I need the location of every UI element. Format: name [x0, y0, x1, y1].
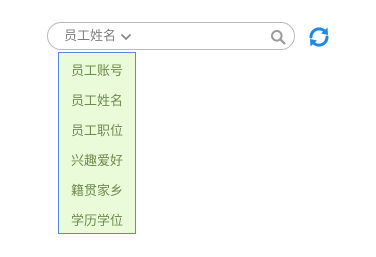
dropdown-item-position[interactable]: 员工职位: [59, 117, 135, 147]
search-field-dropdown: 员工账号 员工姓名 员工职位 兴趣爱好 籍贯家乡 学历学位: [58, 52, 136, 234]
search-field-label: 员工姓名: [64, 29, 117, 44]
dropdown-item-hometown[interactable]: 籍贯家乡: [59, 177, 135, 207]
search-field-select[interactable]: 员工姓名: [64, 28, 132, 46]
search-input[interactable]: [144, 28, 262, 46]
refresh-icon[interactable]: [306, 24, 332, 50]
dropdown-item-education[interactable]: 学历学位: [59, 207, 135, 237]
search-toolbar: 员工姓名 员工账号 员工姓名 员工职位 兴趣爱好 籍贯家乡 学历学位: [0, 0, 376, 257]
search-icon[interactable]: [270, 29, 286, 45]
dropdown-item-account[interactable]: 员工账号: [59, 57, 135, 87]
chevron-down-icon: [121, 34, 131, 40]
dropdown-item-hobbies[interactable]: 兴趣爱好: [59, 147, 135, 177]
dropdown-item-name[interactable]: 员工姓名: [59, 87, 135, 117]
search-bar: 员工姓名: [47, 22, 295, 50]
